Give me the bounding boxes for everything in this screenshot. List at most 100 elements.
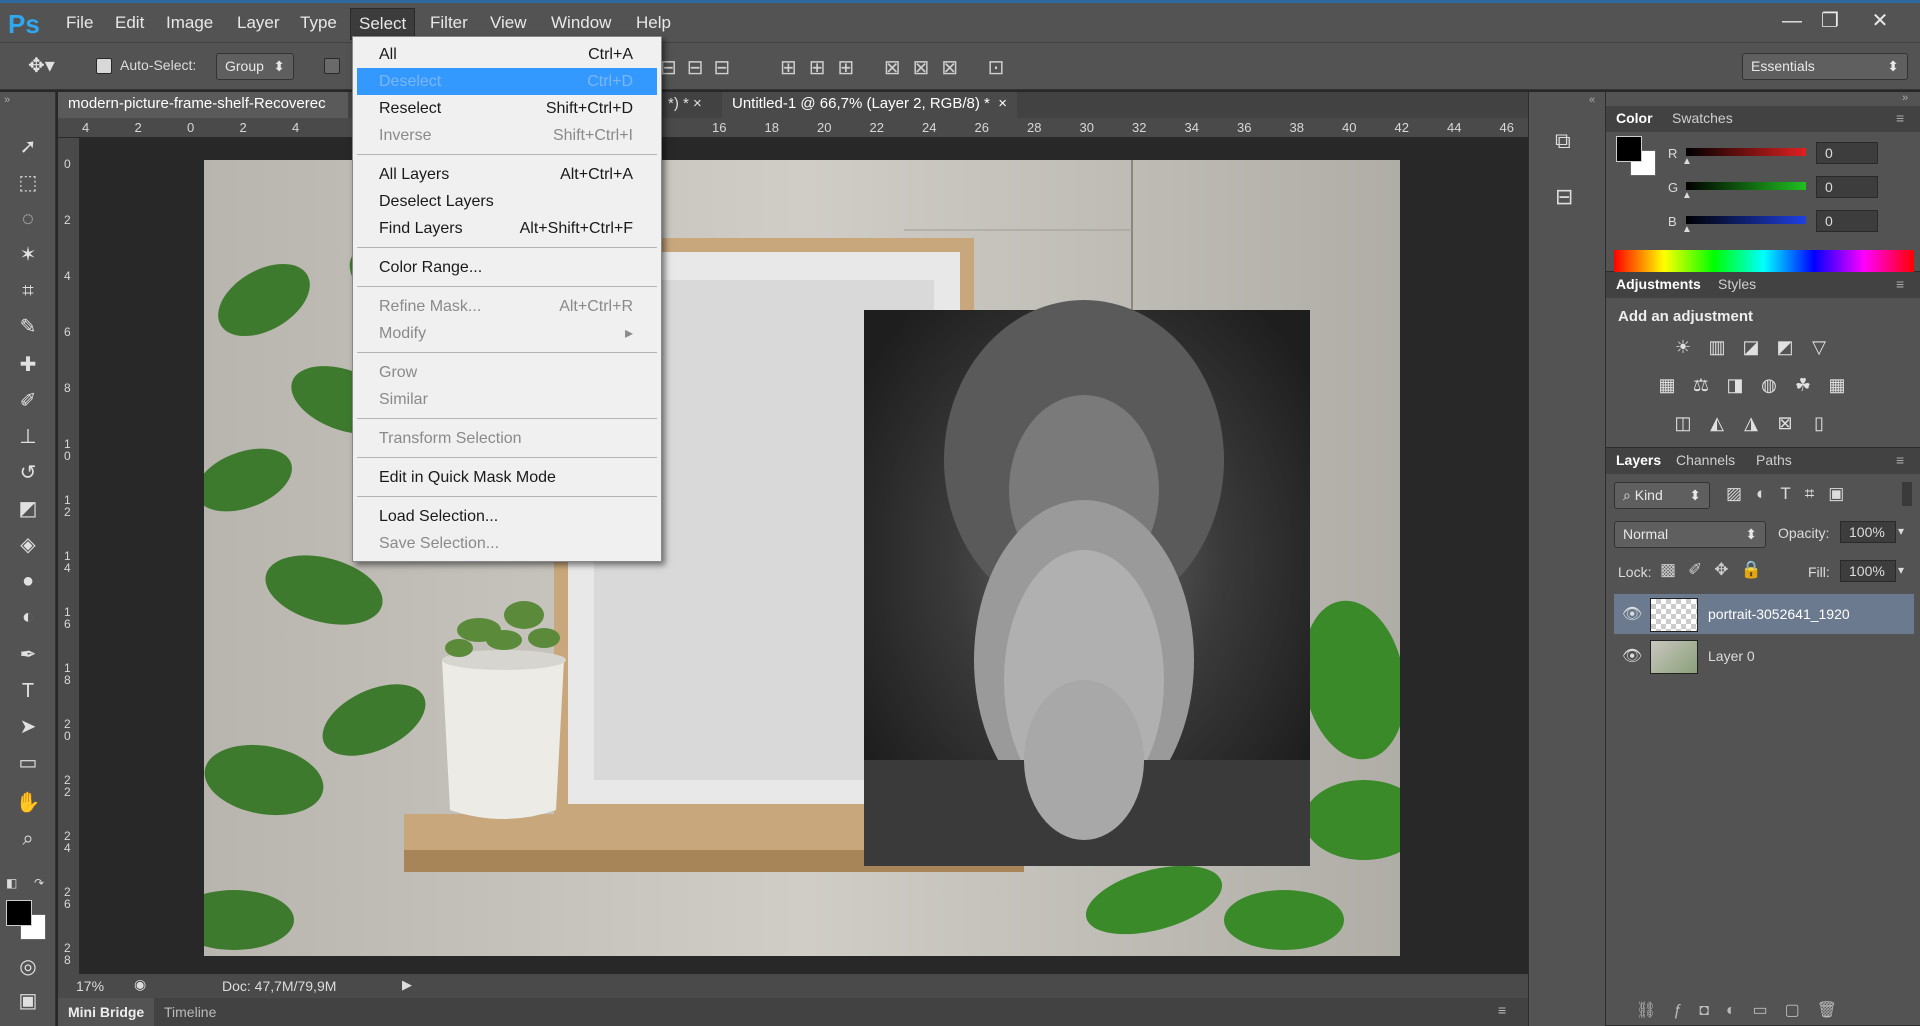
menu-filter[interactable]: Filter — [430, 13, 468, 33]
move-tool-icon[interactable]: ➚ — [10, 132, 46, 162]
menu-item-all-layers[interactable]: All Layers Alt+Ctrl+A — [357, 161, 657, 188]
magic-wand-tool-icon[interactable]: ✶ — [10, 240, 46, 270]
opacity-dropdown-icon[interactable]: ▾ — [1898, 524, 1904, 538]
show-transform-checkbox[interactable] — [324, 58, 340, 74]
distribute-icons[interactable]: ⊞⊞⊞ ⊠⊠⊠ ⊡ — [780, 55, 1016, 80]
panel-menu-icon[interactable]: ≡ — [1896, 276, 1904, 292]
panel-menu-icon[interactable]: ≡ — [1498, 1002, 1506, 1018]
channel-mixer-icon[interactable]: ☘ — [1790, 372, 1816, 398]
tab-channels[interactable]: Channels — [1676, 452, 1735, 468]
tab-timeline[interactable]: Timeline — [164, 1004, 216, 1020]
tab-close-icon[interactable]: × — [998, 95, 1007, 112]
menu-edit[interactable]: Edit — [115, 13, 144, 33]
auto-select-checkbox[interactable] — [96, 58, 112, 74]
menu-item-reselect[interactable]: Reselect Shift+Ctrl+D — [357, 95, 657, 122]
move-tool-icon[interactable]: ✥▾ — [28, 53, 55, 78]
zoom-level[interactable]: 17% — [76, 978, 104, 994]
tab-paths[interactable]: Paths — [1756, 452, 1792, 468]
quick-mask-icon[interactable]: ◎ — [10, 952, 46, 982]
menu-item-all[interactable]: All Ctrl+A — [357, 41, 657, 68]
menu-help[interactable]: Help — [636, 13, 671, 33]
dodge-tool-icon[interactable]: ◐ — [10, 602, 46, 632]
layer-row[interactable]: 👁 Layer 0 — [1614, 636, 1914, 676]
panel-menu-icon[interactable]: ≡ — [1896, 452, 1904, 468]
color-balance-icon[interactable]: ⚖ — [1688, 372, 1714, 398]
color-fg-swatch[interactable] — [1616, 136, 1642, 162]
black-white-icon[interactable]: ◨ — [1722, 372, 1748, 398]
color-spectrum-bar[interactable] — [1614, 250, 1914, 272]
collapse-arrows-icon[interactable]: « — [1589, 94, 1595, 106]
healing-brush-tool-icon[interactable]: ✚ — [10, 350, 46, 380]
workspace-dropdown[interactable]: Essentials ⬍ — [1742, 53, 1908, 80]
tab-layers[interactable]: Layers — [1616, 452, 1661, 468]
layer-name[interactable]: portrait-3052641_1920 — [1708, 606, 1850, 622]
curves-icon[interactable]: ◪ — [1738, 334, 1764, 360]
channel-slider[interactable] — [1686, 182, 1806, 190]
channel-slider-thumb[interactable]: ▲ — [1682, 190, 1692, 201]
channel-value-input[interactable]: 0 — [1816, 142, 1878, 164]
channel-value-input[interactable]: 0 — [1816, 176, 1878, 198]
tab-recovered[interactable]: *) * × — [658, 92, 712, 118]
visibility-eye-icon[interactable]: 👁 — [1622, 604, 1642, 624]
screen-mode-icon[interactable]: ▣ — [10, 986, 46, 1016]
fill-dropdown-icon[interactable]: ▾ — [1898, 563, 1904, 577]
opacity-input[interactable]: 100% — [1840, 521, 1896, 543]
photo-filter-icon[interactable]: ◍ — [1756, 372, 1782, 398]
menu-item-deselect[interactable]: Deselect Ctrl+D — [357, 68, 657, 95]
hand-tool-icon[interactable]: ✋ — [10, 788, 46, 818]
blend-mode-dropdown[interactable]: Normal ⬍ — [1614, 521, 1766, 548]
blur-tool-icon[interactable]: ● — [10, 566, 46, 596]
color-lookup-icon[interactable]: ▦ — [1824, 372, 1850, 398]
levels-icon[interactable]: ▥ — [1704, 334, 1730, 360]
menu-view[interactable]: View — [490, 13, 527, 33]
default-colors-icon[interactable]: ◧ — [6, 876, 17, 890]
channel-slider-thumb[interactable]: ▲ — [1682, 156, 1692, 167]
tab-mini-bridge[interactable]: Mini Bridge — [58, 998, 155, 1026]
layer-filter-icons[interactable]: ▨◐T⌗▣ — [1726, 484, 1858, 504]
tab-adjustments[interactable]: Adjustments — [1616, 276, 1701, 292]
status-info-icon[interactable]: ◉ — [134, 976, 146, 993]
channel-slider[interactable] — [1686, 216, 1806, 224]
brightness-icon[interactable]: ☀ — [1670, 334, 1696, 360]
swap-colors-icon[interactable]: ↷ — [34, 876, 44, 890]
channel-slider[interactable] — [1686, 148, 1806, 156]
history-panel-icon[interactable]: ⧉ — [1555, 128, 1571, 154]
rectangle-tool-icon[interactable]: ▭ — [10, 748, 46, 778]
posterize-icon[interactable]: ◭ — [1704, 410, 1730, 436]
tab-swatches[interactable]: Swatches — [1672, 110, 1733, 126]
fill-input[interactable]: 100% — [1840, 560, 1896, 582]
exposure-icon[interactable]: ◩ — [1772, 334, 1798, 360]
type-tool-icon[interactable]: T — [10, 676, 46, 706]
minimize-button[interactable]: — — [1774, 7, 1810, 35]
menu-item-deselect-layers[interactable]: Deselect Layers — [357, 188, 657, 215]
panel-menu-icon[interactable]: ≡ — [1896, 110, 1904, 126]
gradient-map-icon[interactable]: ▯ — [1806, 410, 1832, 436]
menu-file[interactable]: File — [66, 13, 93, 33]
visibility-eye-icon[interactable]: 👁 — [1622, 646, 1642, 666]
eyedropper-tool-icon[interactable]: ✎ — [10, 312, 46, 342]
close-window-button[interactable]: ✕ — [1862, 7, 1898, 35]
collapse-arrows-icon[interactable]: » — [1902, 92, 1908, 104]
menu-item-find-layers[interactable]: Find Layers Alt+Shift+Ctrl+F — [357, 215, 657, 242]
layer-row[interactable]: 👁 portrait-3052641_1920 — [1614, 594, 1914, 634]
threshold-icon[interactable]: ◮ — [1738, 410, 1764, 436]
marquee-tool-icon[interactable]: ⬚ — [10, 168, 46, 198]
auto-select-dropdown[interactable]: Group ⬍ — [216, 53, 294, 80]
paint-bucket-tool-icon[interactable]: ◈ — [10, 530, 46, 560]
layer-name[interactable]: Layer 0 — [1708, 648, 1755, 664]
layers-footer-icons[interactable]: ⛓ƒ◘◐▭▢🗑 — [1636, 1000, 1854, 1020]
hue-saturation-icon[interactable]: ▦ — [1654, 372, 1680, 398]
vibrance-icon[interactable]: ▽ — [1806, 334, 1832, 360]
properties-panel-icon[interactable]: ⊟ — [1555, 184, 1573, 210]
clone-stamp-tool-icon[interactable]: ⊥ — [10, 422, 46, 452]
tab-untitled-1[interactable]: Untitled-1 @ 66,7% (Layer 2, RGB/8) * × — [722, 92, 1017, 118]
menu-item-edit-in-quick-mask-mode[interactable]: Edit in Quick Mask Mode — [357, 464, 657, 491]
restore-button[interactable]: ❐ — [1812, 7, 1848, 35]
layer-filter-kind[interactable]: ⌕ Kind ⬍ — [1614, 482, 1710, 509]
channel-value-input[interactable]: 0 — [1816, 210, 1878, 232]
menu-window[interactable]: Window — [551, 13, 611, 33]
crop-tool-icon[interactable]: ⌗ — [10, 276, 46, 306]
tab-styles[interactable]: Styles — [1718, 276, 1756, 292]
lock-icons[interactable]: ▩✐✥🔒 — [1660, 560, 1774, 580]
path-selection-tool-icon[interactable]: ➤ — [10, 712, 46, 742]
